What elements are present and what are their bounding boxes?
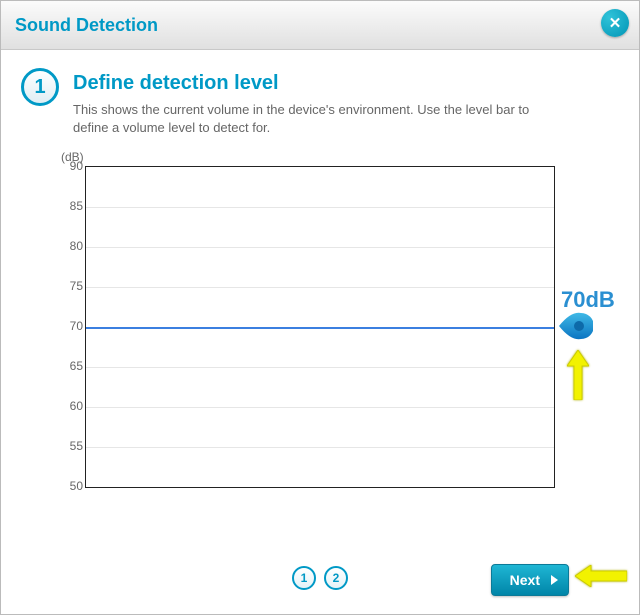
chevron-right-icon	[551, 575, 558, 585]
y-tick-label: 55	[59, 439, 83, 453]
y-tick-label: 50	[59, 479, 83, 493]
annotation-arrow-up	[567, 350, 589, 405]
grid-line	[86, 287, 554, 288]
y-tick-label: 65	[59, 359, 83, 373]
page-dot-current[interactable]: 1	[292, 566, 316, 590]
page-dot[interactable]: 2	[324, 566, 348, 590]
y-tick-label: 90	[59, 159, 83, 173]
threshold-slider-handle[interactable]	[557, 311, 593, 341]
dialog-content: 1 Define detection level This shows the …	[1, 50, 639, 514]
threshold-value-label: 70dB	[561, 287, 615, 313]
volume-chart: (dB) 90858075706560555070dB	[49, 154, 619, 514]
grid-line	[86, 447, 554, 448]
grid-line	[86, 207, 554, 208]
y-tick-label: 75	[59, 279, 83, 293]
step-description: This shows the current volume in the dev…	[73, 101, 553, 136]
y-tick-label: 60	[59, 399, 83, 413]
step-header: 1 Define detection level This shows the …	[21, 68, 619, 136]
y-tick-label: 70	[59, 319, 83, 333]
step-number-badge: 1	[21, 68, 59, 106]
sound-detection-dialog: Sound Detection ✕ 1 Define detection lev…	[0, 0, 640, 615]
close-button[interactable]: ✕	[601, 9, 629, 37]
next-button[interactable]: Next	[491, 564, 569, 596]
next-button-label: Next	[510, 572, 540, 588]
dialog-header: Sound Detection	[1, 1, 639, 50]
close-icon: ✕	[609, 14, 622, 32]
y-tick-label: 80	[59, 239, 83, 253]
step-text: Define detection level This shows the cu…	[73, 68, 553, 136]
grid-line	[86, 407, 554, 408]
grid-line	[86, 367, 554, 368]
threshold-line	[86, 327, 554, 329]
grid-line	[86, 247, 554, 248]
y-tick-label: 85	[59, 199, 83, 213]
dialog-title: Sound Detection	[15, 15, 158, 36]
step-title: Define detection level	[73, 72, 553, 95]
chart-plot-area	[85, 166, 555, 488]
